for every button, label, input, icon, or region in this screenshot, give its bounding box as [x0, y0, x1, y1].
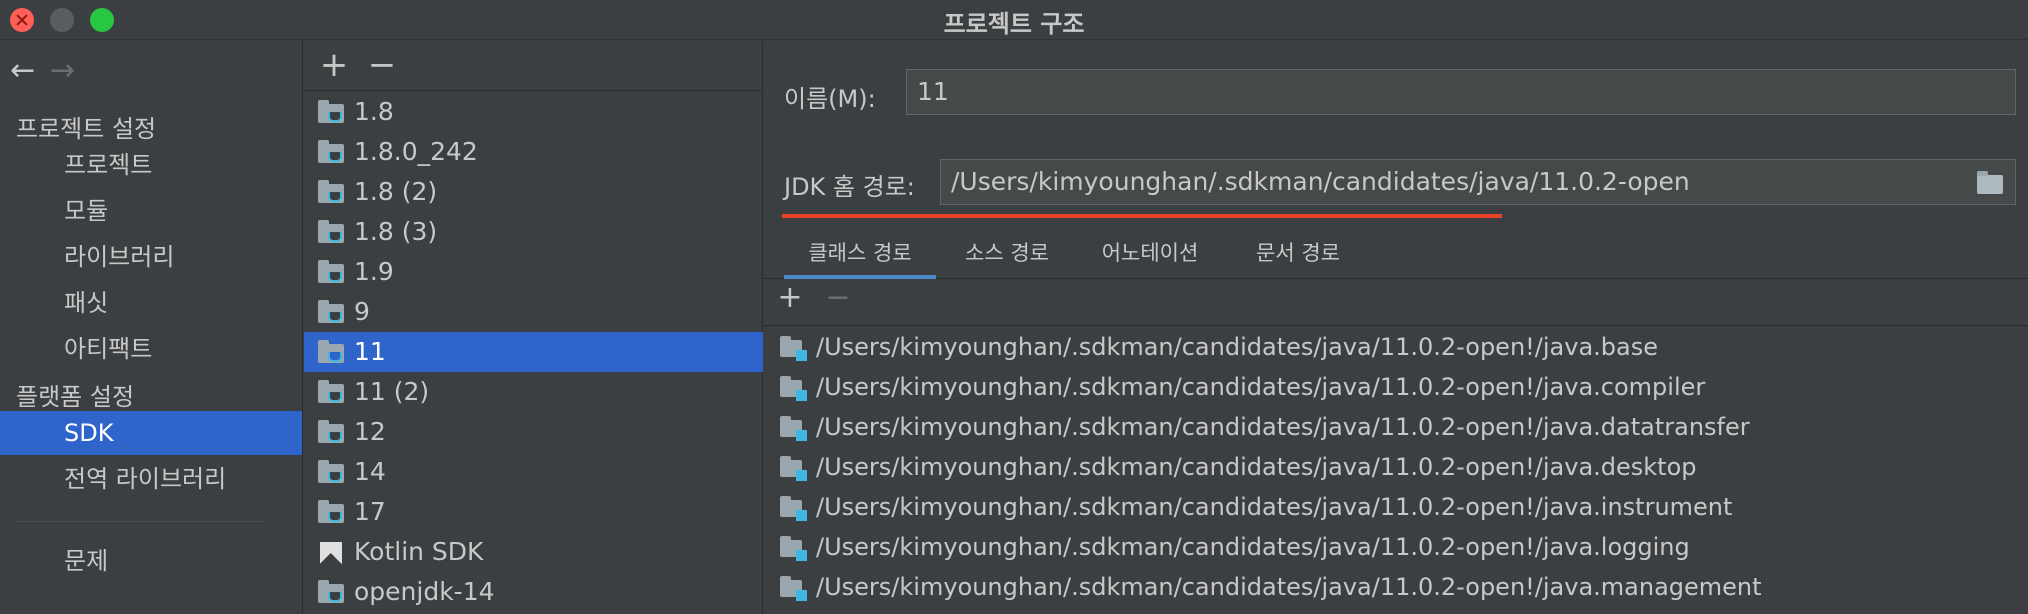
sdk-list: 1.8 1.8.0_242 1.8 (2) 1.8 (3) 1.9 9 11 1…	[304, 92, 763, 612]
title-bar: 프로젝트 구조	[0, 0, 2028, 40]
jdk-folder-icon	[318, 460, 344, 484]
nav-item-artifacts[interactable]: 아티팩트	[0, 327, 302, 371]
classpath-item[interactable]: /Users/kimyounghan/.sdkman/candidates/ja…	[764, 567, 2028, 607]
jdk-folder-icon	[318, 220, 344, 244]
sdk-list-pane: + − 1.8 1.8.0_242 1.8 (2) 1.8 (3) 1.9 9 …	[304, 41, 763, 614]
jdk-folder-icon	[318, 260, 344, 284]
project-settings-header: 프로젝트 설정	[16, 115, 157, 143]
nav-item-modules[interactable]: 모듈	[0, 189, 302, 233]
classpath-item[interactable]: /Users/kimyounghan/.sdkman/candidates/ja…	[764, 367, 2028, 407]
sdk-item[interactable]: Kotlin SDK	[304, 532, 763, 572]
tab-docpath[interactable]: 문서 경로	[1228, 227, 1368, 279]
sdk-item[interactable]: 14	[304, 452, 763, 492]
sdk-item[interactable]: 1.9	[304, 252, 763, 292]
classpath-item[interactable]: /Users/kimyounghan/.sdkman/candidates/ja…	[764, 527, 2028, 567]
jdk-home-path-value: /Users/kimyounghan/.sdkman/candidates/ja…	[951, 167, 1690, 196]
module-jar-icon	[780, 576, 808, 601]
add-classpath-button[interactable]: +	[772, 280, 808, 315]
tab-sourcepath[interactable]: 소스 경로	[944, 227, 1070, 279]
jdk-folder-icon	[318, 340, 344, 364]
classpath-item[interactable]: /Users/kimyounghan/.sdkman/candidates/ja…	[764, 487, 2028, 527]
sdk-detail-pane: 이름(M): 11 JDK 홈 경로: /Users/kimyounghan/.…	[764, 41, 2028, 614]
jdk-folder-icon	[318, 100, 344, 124]
jdk-home-path-field[interactable]: /Users/kimyounghan/.sdkman/candidates/ja…	[940, 159, 2016, 205]
module-jar-icon	[780, 376, 808, 401]
kotlin-icon	[318, 540, 344, 564]
highlight-underline	[782, 214, 1502, 218]
nav-item-libraries[interactable]: 라이브러리	[0, 235, 302, 279]
jdk-folder-icon	[318, 580, 344, 604]
sdk-item[interactable]: openjdk-14	[304, 572, 763, 612]
classpath-item[interactable]: /Users/kimyounghan/.sdkman/candidates/ja…	[764, 407, 2028, 447]
forward-arrow-icon[interactable]: →	[50, 53, 90, 88]
sdk-item[interactable]: 1.8	[304, 92, 763, 132]
jdk-folder-icon	[318, 300, 344, 324]
classpath-list: /Users/kimyounghan/.sdkman/candidates/ja…	[764, 327, 2028, 607]
window-title: 프로젝트 구조	[943, 10, 1085, 38]
settings-nav: ← → 프로젝트 설정 프로젝트 모듈 라이브러리 패싯 아티팩트 플랫폼 설정 …	[0, 41, 303, 614]
tab-annotations[interactable]: 어노테이션	[1080, 227, 1220, 279]
jdk-folder-icon	[318, 140, 344, 164]
sdk-item[interactable]: 17	[304, 492, 763, 532]
module-jar-icon	[780, 416, 808, 441]
nav-divider	[16, 521, 266, 522]
sdk-item[interactable]: 9	[304, 292, 763, 332]
sdk-item[interactable]: 12	[304, 412, 763, 452]
folder-open-icon[interactable]	[1977, 171, 2007, 194]
module-jar-icon	[780, 336, 808, 361]
jdk-folder-icon	[318, 180, 344, 204]
sdk-item[interactable]: 1.8 (3)	[304, 212, 763, 252]
nav-arrows: ← →	[10, 53, 90, 88]
jdk-folder-icon	[318, 420, 344, 444]
jdk-home-label: JDK 홈 경로:	[784, 173, 915, 201]
jdk-folder-icon	[318, 500, 344, 524]
nav-item-facets[interactable]: 패싯	[0, 281, 302, 325]
nav-item-project[interactable]: 프로젝트	[0, 143, 302, 187]
module-jar-icon	[780, 456, 808, 481]
module-jar-icon	[780, 496, 808, 521]
nav-item-sdk[interactable]: SDK	[0, 411, 302, 455]
classpath-toolbar: + −	[764, 280, 2028, 326]
back-arrow-icon[interactable]: ←	[10, 53, 50, 88]
nav-item-problems[interactable]: 문제	[0, 539, 302, 583]
remove-classpath-button[interactable]: −	[820, 280, 856, 315]
sdk-toolbar: + −	[304, 41, 763, 91]
add-sdk-button[interactable]: +	[316, 45, 352, 85]
classpath-item[interactable]: /Users/kimyounghan/.sdkman/candidates/ja…	[764, 447, 2028, 487]
sdk-item[interactable]: 11 (2)	[304, 372, 763, 412]
nav-item-global-libraries[interactable]: 전역 라이브러리	[0, 457, 302, 501]
jdk-folder-icon	[318, 380, 344, 404]
sdk-item[interactable]: 1.8.0_242	[304, 132, 763, 172]
name-field[interactable]: 11	[906, 69, 2016, 115]
remove-sdk-button[interactable]: −	[364, 45, 400, 85]
platform-settings-header: 플랫폼 설정	[16, 383, 135, 411]
name-label: 이름(M):	[784, 85, 876, 113]
sdk-item[interactable]: 1.8 (2)	[304, 172, 763, 212]
classpath-item[interactable]: /Users/kimyounghan/.sdkman/candidates/ja…	[764, 327, 2028, 367]
module-jar-icon	[780, 536, 808, 561]
sdk-item-selected[interactable]: 11	[304, 332, 763, 372]
path-tabs: 클래스 경로 소스 경로 어노테이션 문서 경로	[764, 227, 2028, 279]
tab-classpath[interactable]: 클래스 경로	[784, 227, 936, 279]
